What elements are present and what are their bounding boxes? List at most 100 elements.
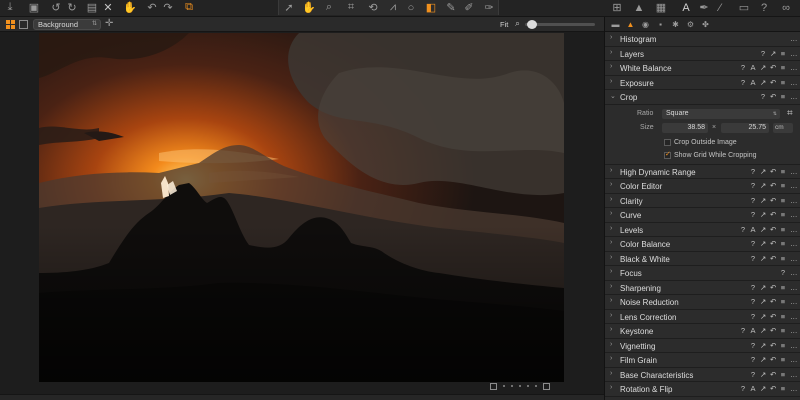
more-icon[interactable]: … — [790, 370, 798, 379]
chevron-right-icon[interactable]: › — [610, 196, 612, 203]
presets-icon[interactable]: ≡ — [780, 370, 786, 379]
tool-section-color-editor[interactable]: › Color Editor? ↗ ↶ ≡… — [605, 179, 800, 194]
more-icon[interactable]: … — [790, 196, 798, 205]
picker-icon[interactable]: ↗ — [760, 210, 766, 219]
single-view-icon[interactable] — [19, 20, 28, 29]
presets-icon[interactable]: ≡ — [780, 167, 786, 176]
chevron-right-icon[interactable]: › — [610, 355, 612, 362]
reset-icon[interactable]: ↶ — [770, 355, 776, 364]
tool-section-vignetting[interactable]: › Vignetting? ↗ ↶ ≡… — [605, 338, 800, 353]
metadata-tab-icon[interactable]: ▪ — [656, 20, 665, 29]
tool-section-noise-reduction[interactable]: › Noise Reduction? ↗ ↶ ≡… — [605, 295, 800, 310]
picker-icon[interactable]: ↗ — [760, 297, 766, 306]
rotate-right-icon[interactable]: ↻ — [66, 0, 78, 15]
add-variant-icon[interactable]: ✛ — [105, 18, 113, 29]
chevron-right-icon[interactable]: › — [610, 225, 612, 232]
reset-icon[interactable]: ↶ — [770, 297, 776, 306]
help-icon[interactable]: ? — [750, 283, 756, 292]
reset-icon[interactable]: ↶ — [770, 254, 776, 263]
presets-icon[interactable]: ≡ — [780, 239, 786, 248]
presets-icon[interactable]: ≡ — [780, 49, 786, 58]
reset-icon[interactable]: ↶ — [770, 384, 776, 393]
adjustments-tab-icon[interactable]: ▲ — [626, 20, 635, 29]
help-icon[interactable]: ? — [750, 196, 756, 205]
tool-section-color-balance[interactable]: › Color Balance? ↗ ↶ ≡… — [605, 237, 800, 252]
picker-icon[interactable]: ↗ — [760, 225, 766, 234]
help-icon[interactable]: ? — [758, 0, 770, 15]
picker-icon[interactable]: ✒ — [698, 0, 710, 15]
rotate-left-icon[interactable]: ↺ — [50, 0, 62, 15]
tool-section-exposure[interactable]: › Exposure? A ↗ ↶ ≡… — [605, 75, 800, 90]
picker-icon[interactable]: ↗ — [760, 370, 766, 379]
chevron-right-icon[interactable]: › — [610, 78, 612, 85]
presets-icon[interactable]: ≡ — [780, 283, 786, 292]
more-icon[interactable]: … — [790, 63, 798, 72]
tool-section-histogram[interactable]: › Histogram… — [605, 32, 800, 47]
reset-icon[interactable]: ✋ — [123, 0, 137, 15]
settings-icon[interactable]: ▭ — [738, 0, 750, 15]
redo-icon[interactable]: ↷ — [162, 0, 174, 15]
help-icon[interactable]: ? — [740, 326, 746, 335]
more-icon[interactable]: … — [790, 34, 798, 43]
help-icon[interactable]: ? — [750, 312, 756, 321]
chevron-right-icon[interactable]: › — [610, 239, 612, 246]
chevron-right-icon[interactable]: › — [610, 312, 612, 319]
more-icon[interactable]: … — [790, 341, 798, 350]
variant-select[interactable]: Background ⇅ — [33, 19, 101, 30]
rotate-tool-icon[interactable]: ⟲ — [367, 0, 379, 15]
tool-section-high-dynamic-range[interactable]: › High Dynamic Range? ↗ ↶ ≡… — [605, 164, 800, 179]
more-icon[interactable]: … — [790, 167, 798, 176]
keystone-tool-icon[interactable]: ⩘ — [387, 0, 399, 15]
gradient-tool-icon[interactable]: ✑ — [483, 0, 495, 15]
crop-width-field[interactable]: 38.58 — [662, 122, 708, 133]
reset-icon[interactable]: ↶ — [770, 312, 776, 321]
chevron-right-icon[interactable]: › — [610, 341, 612, 348]
chevron-right-icon[interactable]: › — [610, 297, 612, 304]
more-icon[interactable]: … — [790, 326, 798, 335]
more-icon[interactable]: … — [790, 181, 798, 190]
help-icon[interactable]: ? — [750, 210, 756, 219]
presets-icon[interactable]: ≡ — [780, 297, 786, 306]
picker-icon[interactable]: ↗ — [770, 49, 776, 58]
layers-tab-icon[interactable]: ✤ — [701, 20, 710, 29]
help-icon[interactable]: ? — [750, 355, 756, 364]
tool-section-film-grain[interactable]: › Film Grain? ↗ ↶ ≡… — [605, 353, 800, 368]
picker-icon[interactable]: ↗ — [760, 254, 766, 263]
chevron-right-icon[interactable]: › — [610, 181, 612, 188]
chevron-right-icon[interactable]: › — [610, 384, 612, 391]
presets-icon[interactable]: ≡ — [780, 225, 786, 234]
tool-section-levels[interactable]: › Levels? A ↗ ↶ ≡… — [605, 222, 800, 237]
tool-section-focus[interactable]: › Focus?… — [605, 266, 800, 281]
chevron-right-icon[interactable]: › — [610, 283, 612, 290]
help-icon[interactable]: ? — [750, 297, 756, 306]
presets-icon[interactable]: ≡ — [780, 181, 786, 190]
zoom-slider-handle[interactable] — [527, 20, 537, 29]
reset-icon[interactable]: ↶ — [770, 181, 776, 190]
camera-icon[interactable]: ▣ — [28, 0, 40, 15]
reset-icon[interactable]: ↶ — [770, 283, 776, 292]
text-overlay-icon[interactable]: A — [680, 0, 692, 15]
presets-icon[interactable]: ≡ — [780, 78, 786, 87]
chevron-right-icon[interactable]: › — [610, 167, 612, 174]
ratio-select[interactable]: Square ⇅ — [662, 108, 780, 119]
picker-icon[interactable]: ↗ — [760, 181, 766, 190]
picker-icon[interactable]: ↗ — [760, 355, 766, 364]
picker-icon[interactable]: ↗ — [760, 78, 766, 87]
picker-icon[interactable]: ↗ — [760, 312, 766, 321]
reset-icon[interactable]: ↶ — [770, 78, 776, 87]
crop-icon[interactable]: ⌗ — [787, 108, 793, 119]
presets-icon[interactable]: ≡ — [780, 63, 786, 72]
more-icon[interactable]: … — [790, 312, 798, 321]
picker-icon[interactable]: ↗ — [760, 341, 766, 350]
presets-icon[interactable]: ≡ — [780, 210, 786, 219]
help-icon[interactable]: ? — [750, 254, 756, 263]
chevron-right-icon[interactable]: › — [610, 63, 612, 70]
tool-section-layers[interactable]: › Layers? ↗ ≡… — [605, 46, 800, 61]
help-icon[interactable]: ? — [740, 225, 746, 234]
export-icon[interactable]: ▤ — [86, 0, 98, 15]
show-grid-checkbox[interactable] — [664, 150, 671, 159]
auto-icon[interactable]: A — [750, 225, 756, 234]
chevron-right-icon[interactable]: › — [610, 34, 612, 41]
reset-icon[interactable]: ↶ — [770, 326, 776, 335]
auto-icon[interactable]: A — [750, 63, 756, 72]
